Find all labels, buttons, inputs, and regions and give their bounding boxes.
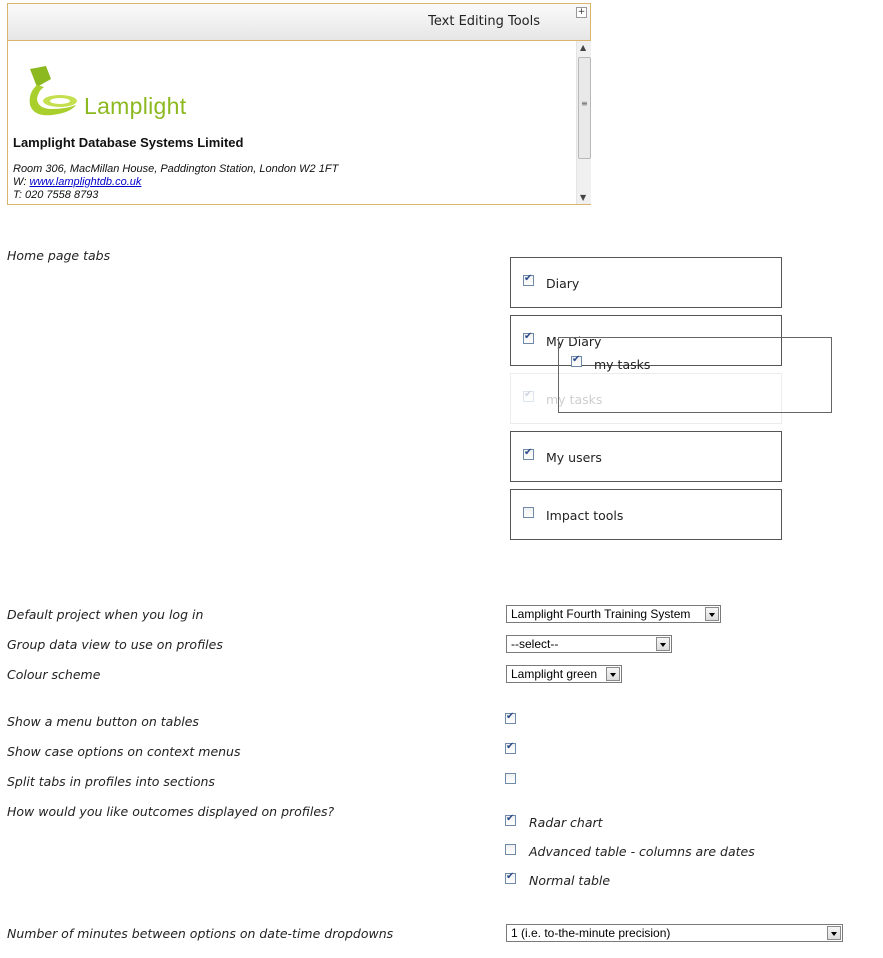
group-view-label: Group data view to use on profiles — [7, 637, 223, 652]
company-name: Lamplight Database Systems Limited — [13, 135, 244, 150]
logo-text: Lamplight — [84, 93, 187, 119]
editor-toolbar-title: Text Editing Tools — [428, 14, 540, 29]
advanced-table-label: Advanced table - columns are dates — [529, 844, 755, 859]
menu-button-label: Show a menu button on tables — [7, 714, 199, 729]
chevron-down-icon[interactable] — [827, 926, 841, 940]
dragging-tab-option[interactable]: my tasks — [558, 337, 832, 413]
case-options-checkbox[interactable] — [505, 741, 516, 754]
scroll-up-icon[interactable]: ▲ — [580, 43, 586, 52]
colour-scheme-select[interactable]: Lamplight green — [506, 665, 622, 683]
minutes-value: 1 (i.e. to-the-minute precision) — [511, 926, 671, 940]
colour-scheme-value: Lamplight green — [511, 667, 598, 681]
lamplight-logo-icon — [29, 66, 77, 116]
menu-button-checkbox[interactable] — [505, 711, 516, 724]
home-tabs-label: Home page tabs — [7, 248, 111, 263]
tab-option-label: Diary — [546, 276, 580, 291]
chevron-down-icon[interactable] — [656, 637, 670, 651]
signature-editor[interactable]: Text Editing Tools + Lamplight Lamplight… — [7, 3, 591, 205]
advanced-table-checkbox[interactable] — [505, 844, 516, 855]
minutes-label: Number of minutes between options on dat… — [7, 926, 394, 941]
phone-line: T: 020 7558 8793 — [13, 189, 99, 201]
web-prefix: W: — [13, 176, 30, 188]
tab-option-my-users[interactable]: My users — [510, 431, 782, 482]
website-link[interactable]: www.lamplightdb.co.uk — [30, 176, 142, 188]
expand-toolbar-button[interactable]: + — [576, 7, 587, 18]
my-tasks-checkbox[interactable] — [571, 354, 582, 367]
editor-scrollbar[interactable]: ▲ ≡ ▼ — [576, 41, 591, 204]
tab-option-diary[interactable]: Diary — [510, 257, 782, 308]
outcomes-label: How would you like outcomes displayed on… — [7, 804, 335, 819]
my-diary-checkbox[interactable] — [523, 331, 534, 344]
group-view-select[interactable]: --select-- — [506, 635, 672, 653]
tab-option-label: Impact tools — [546, 508, 624, 523]
scroll-down-icon[interactable]: ▼ — [580, 193, 586, 202]
chevron-down-icon[interactable] — [606, 667, 620, 681]
tab-option-impact-tools[interactable]: Impact tools — [510, 489, 782, 540]
address-line: Room 306, MacMillan House, Paddington St… — [13, 163, 339, 175]
grip-icon: ≡ — [581, 99, 588, 108]
group-view-value: --select-- — [511, 637, 559, 651]
default-project-select[interactable]: Lamplight Fourth Training System — [506, 605, 721, 623]
web-line: W: www.lamplightdb.co.uk — [13, 176, 141, 188]
split-tabs-checkbox[interactable] — [505, 773, 516, 784]
split-tabs-label: Split tabs in profiles into sections — [7, 774, 215, 789]
minutes-select[interactable]: 1 (i.e. to-the-minute precision) — [506, 924, 843, 942]
scroll-thumb[interactable]: ≡ — [578, 57, 591, 159]
default-project-label: Default project when you log in — [7, 607, 204, 622]
normal-table-checkbox[interactable] — [505, 871, 516, 884]
impact-tools-checkbox[interactable] — [523, 507, 534, 518]
case-options-label: Show case options on context menus — [7, 744, 241, 759]
my-tasks-checkbox-ghost — [523, 389, 534, 402]
editor-toolbar: Text Editing Tools + — [8, 4, 590, 41]
chevron-down-icon[interactable] — [705, 607, 719, 621]
tab-option-label: My users — [546, 450, 602, 465]
default-project-value: Lamplight Fourth Training System — [511, 607, 691, 621]
tab-option-label: my tasks — [594, 357, 651, 372]
editor-content[interactable]: Lamplight Lamplight Database Systems Lim… — [8, 41, 576, 204]
colour-scheme-label: Colour scheme — [7, 667, 101, 682]
diary-checkbox[interactable] — [523, 273, 534, 286]
my-users-checkbox[interactable] — [523, 447, 534, 460]
radar-chart-label: Radar chart — [529, 815, 603, 830]
radar-chart-checkbox[interactable] — [505, 813, 516, 826]
normal-table-label: Normal table — [529, 873, 611, 888]
